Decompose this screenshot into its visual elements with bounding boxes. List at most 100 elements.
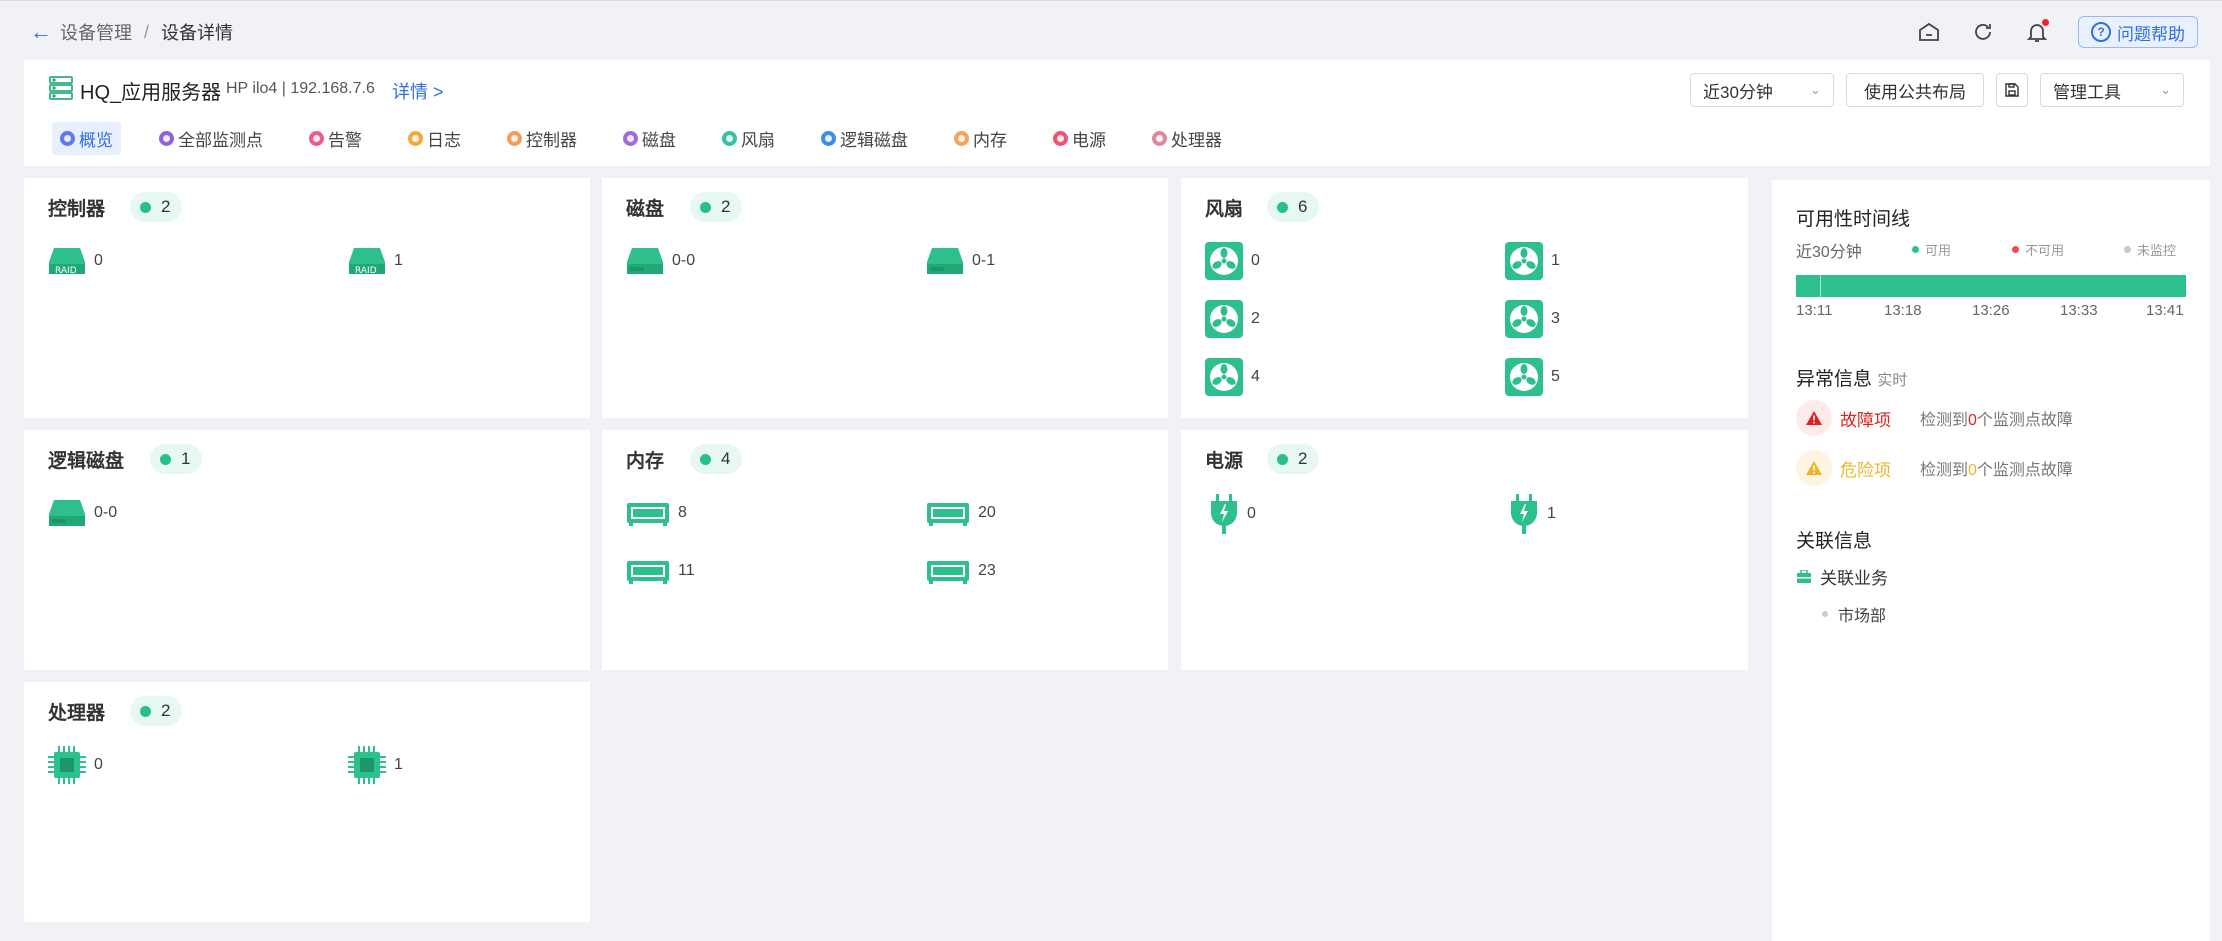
top-actions: ? 问题帮助 bbox=[1916, 16, 2198, 48]
tab-logical-disk[interactable]: 逻辑磁盘 bbox=[813, 122, 916, 155]
disk-icon bbox=[626, 246, 664, 276]
tab-controller[interactable]: 控制器 bbox=[499, 122, 585, 155]
disk-item[interactable]: 0-0 bbox=[626, 246, 695, 276]
power-item[interactable]: 0 bbox=[1209, 494, 1256, 534]
time-label: 13:18 bbox=[1884, 302, 1922, 319]
anomaly-title-text: 异常信息 bbox=[1796, 369, 1873, 390]
fan-icon bbox=[1505, 358, 1543, 396]
fan-icon bbox=[1205, 300, 1243, 338]
ok-dot-icon bbox=[140, 201, 151, 213]
help-button[interactable]: ? 问题帮助 bbox=[2078, 16, 2198, 48]
device-name: HQ_应用服务器 bbox=[80, 82, 222, 104]
memory-item[interactable]: 8 bbox=[626, 500, 687, 526]
save-icon bbox=[2005, 83, 2019, 97]
power-icon bbox=[1053, 130, 1068, 146]
overview-icon bbox=[60, 130, 75, 146]
manage-tools-select[interactable]: 管理工具 ⌄ bbox=[2040, 73, 2184, 107]
disk-card: 磁盘 2 0-0 0-1 bbox=[602, 178, 1168, 418]
fan-item[interactable]: 5 bbox=[1505, 358, 1560, 396]
fan-item[interactable]: 1 bbox=[1505, 242, 1560, 280]
tab-power[interactable]: 电源 bbox=[1045, 122, 1114, 155]
badge-count: 2 bbox=[1298, 449, 1308, 468]
tab-disk[interactable]: 磁盘 bbox=[615, 122, 684, 155]
danger-count: 0 bbox=[1968, 462, 1977, 479]
chevron-down-icon: ⌄ bbox=[1810, 82, 1821, 97]
fan-icon bbox=[1205, 242, 1243, 280]
danger-row[interactable]: 危险项 检测到0个监测点故障 bbox=[1796, 450, 2073, 486]
tab-overview[interactable]: 概览 bbox=[52, 121, 121, 155]
detail-link[interactable]: 详情 > bbox=[392, 78, 444, 104]
badge-count: 6 bbox=[1298, 197, 1308, 216]
tab-bar: 概览 全部监测点 告警 日志 控制器 磁盘 风扇 逻辑磁盘 内存 电源 处理器 bbox=[52, 121, 1260, 155]
fan-icon bbox=[1505, 300, 1543, 338]
fan-item[interactable]: 2 bbox=[1205, 300, 1260, 338]
back-arrow-icon[interactable]: ← bbox=[30, 21, 52, 43]
memory-item[interactable]: 11 bbox=[626, 558, 695, 584]
tab-cpu[interactable]: 处理器 bbox=[1144, 122, 1230, 155]
tab-all-points[interactable]: 全部监测点 bbox=[151, 122, 271, 155]
manage-tools-value: 管理工具 bbox=[2053, 82, 2121, 102]
disk-icon bbox=[48, 498, 86, 528]
danger-label: 危险项 bbox=[1840, 460, 1891, 480]
controller-item[interactable]: 1 bbox=[348, 246, 403, 276]
time-range-select[interactable]: 近30分钟 ⌄ bbox=[1690, 73, 1834, 107]
tab-label: 磁盘 bbox=[642, 130, 676, 150]
fan-item[interactable]: 0 bbox=[1205, 242, 1260, 280]
memory-item[interactable]: 23 bbox=[926, 558, 996, 584]
fan-item[interactable]: 4 bbox=[1205, 358, 1260, 396]
refresh-icon[interactable] bbox=[1970, 19, 1996, 45]
related-item[interactable]: 市场部 bbox=[1822, 602, 1886, 626]
status-badge: 2 bbox=[130, 192, 183, 222]
ok-dot-icon bbox=[1277, 201, 1288, 213]
tab-label: 内存 bbox=[973, 130, 1007, 150]
memory-icon bbox=[954, 130, 969, 146]
item-label: 23 bbox=[978, 562, 996, 579]
ok-dot-icon bbox=[700, 201, 711, 213]
logical-disk-card: 逻辑磁盘 1 0-0 bbox=[24, 430, 590, 670]
fan-item[interactable]: 3 bbox=[1505, 300, 1560, 338]
legend-label: 未监控 bbox=[2137, 243, 2177, 258]
card-title: 逻辑磁盘 bbox=[48, 451, 125, 472]
item-label: 5 bbox=[1551, 368, 1560, 385]
danger-desc-pre: 检测到 bbox=[1920, 462, 1969, 479]
controller-card: 控制器 2 0 1 bbox=[24, 178, 590, 418]
cpu-item[interactable]: 0 bbox=[48, 746, 103, 784]
logical-disk-item[interactable]: 0-0 bbox=[48, 498, 117, 528]
anomaly-subtitle: 实时 bbox=[1877, 372, 1908, 389]
danger-desc-post: 个监测点故障 bbox=[1976, 462, 2073, 479]
controller-icon bbox=[507, 130, 522, 146]
cpu-icon bbox=[48, 746, 86, 784]
time-range-value: 近30分钟 bbox=[1703, 82, 1773, 102]
item-label: 0-0 bbox=[672, 252, 696, 269]
tab-label: 逻辑磁盘 bbox=[840, 130, 908, 150]
cpu-item[interactable]: 1 bbox=[348, 746, 403, 784]
item-label: 0-1 bbox=[972, 252, 996, 269]
availability-timeline[interactable] bbox=[1796, 275, 2186, 297]
fan-icon bbox=[722, 130, 737, 146]
memory-item[interactable]: 20 bbox=[926, 500, 996, 526]
home-icon[interactable] bbox=[1916, 19, 1942, 45]
bell-icon[interactable] bbox=[2024, 19, 2050, 45]
tab-alerts[interactable]: 告警 bbox=[301, 122, 370, 155]
memory-icon bbox=[926, 500, 970, 526]
public-layout-button[interactable]: 使用公共布局 bbox=[1846, 73, 1984, 107]
tab-fan[interactable]: 风扇 bbox=[714, 122, 783, 155]
fault-row[interactable]: 故障项 检测到0个监测点故障 bbox=[1796, 400, 2073, 436]
ok-dot-icon bbox=[700, 453, 711, 465]
related-business[interactable]: 关联业务 bbox=[1796, 564, 1888, 589]
save-button[interactable] bbox=[1996, 73, 2028, 107]
power-item[interactable]: 1 bbox=[1509, 494, 1556, 534]
tab-memory[interactable]: 内存 bbox=[946, 122, 1015, 155]
controller-item[interactable]: 0 bbox=[48, 246, 103, 276]
status-badge: 2 bbox=[130, 696, 183, 726]
legend-dot-icon bbox=[2012, 246, 2019, 253]
time-label: 13:26 bbox=[1972, 302, 2010, 319]
tab-logs[interactable]: 日志 bbox=[400, 122, 469, 155]
disk-item[interactable]: 0-1 bbox=[926, 246, 995, 276]
power-supply-icon bbox=[1209, 494, 1239, 534]
tab-label: 日志 bbox=[427, 130, 461, 150]
help-label: 问题帮助 bbox=[2117, 24, 2185, 44]
alert-icon bbox=[309, 130, 324, 146]
server-icon bbox=[49, 76, 73, 100]
breadcrumb-parent[interactable]: 设备管理 bbox=[60, 19, 132, 45]
